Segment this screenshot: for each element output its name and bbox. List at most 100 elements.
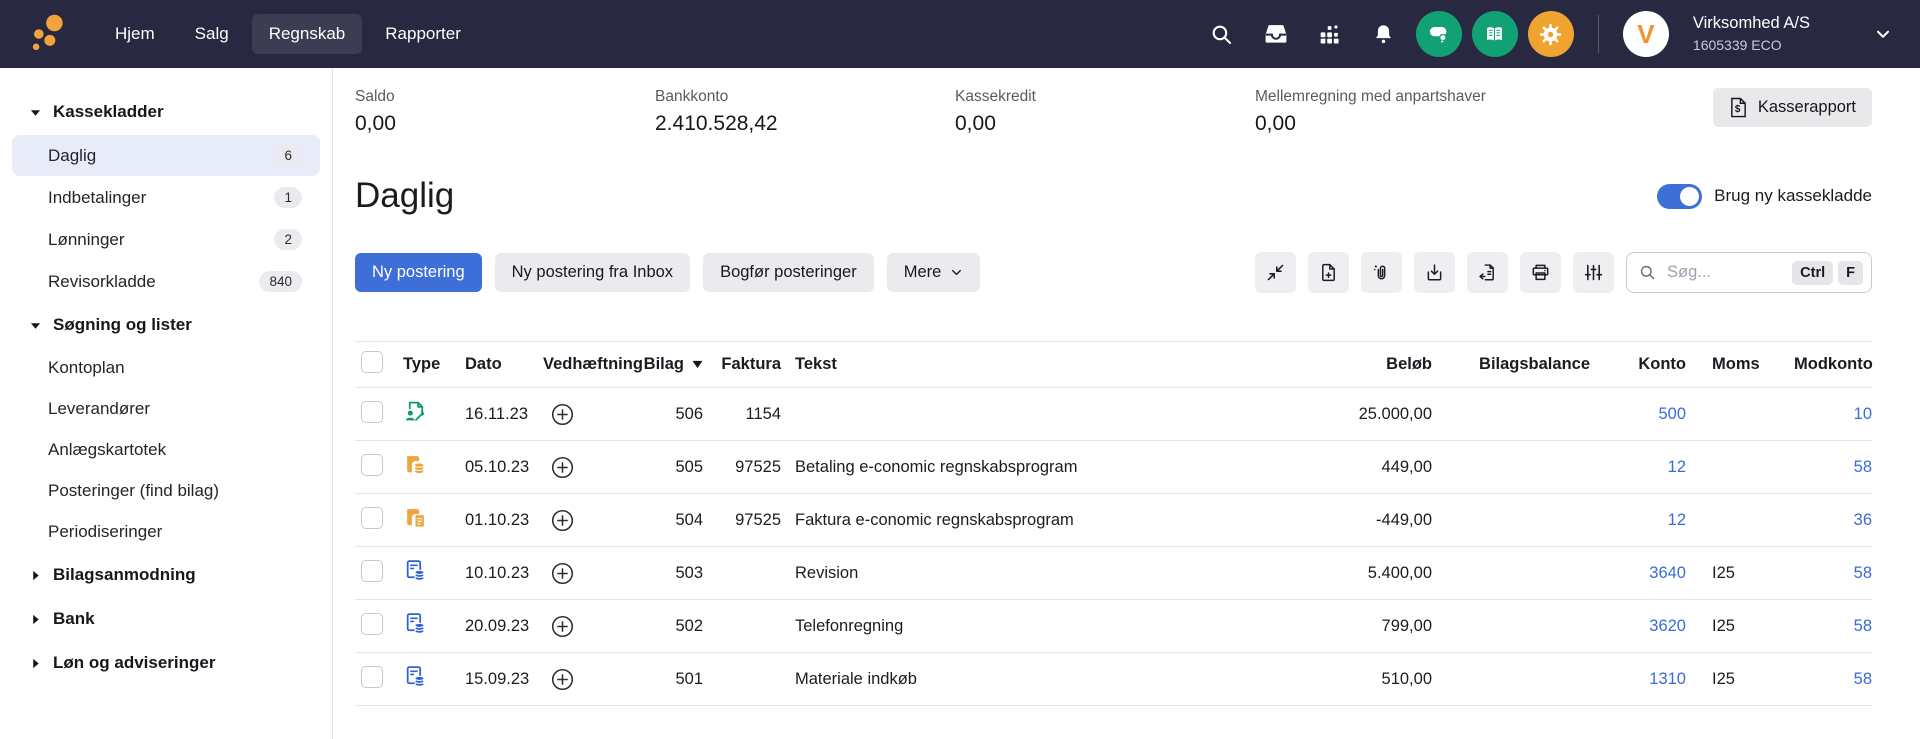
summary-value: 0,00 [955, 112, 1255, 136]
row-konto-link[interactable]: 12 [1604, 511, 1700, 530]
button-label: Ny postering fra Inbox [512, 263, 673, 282]
add-attachment-icon[interactable] [551, 403, 574, 426]
sidebar-section-bank[interactable]: Bank [0, 597, 332, 641]
nav-hjem[interactable]: Hjem [98, 14, 172, 54]
sidebar-section-label: Løn og adviseringer [53, 653, 215, 673]
sidebar-section-søgning-og-lister[interactable]: Søgning og lister [0, 303, 332, 347]
row-modkonto-link[interactable]: 10 [1794, 405, 1872, 424]
new-document-button[interactable] [1308, 252, 1349, 293]
summary-saldo: Saldo 0,00 [355, 88, 655, 136]
sidebar-section-bilagsanmodning[interactable]: Bilagsanmodning [0, 553, 332, 597]
posting-type-icon [403, 452, 428, 477]
row-checkbox[interactable] [361, 613, 383, 635]
row-modkonto-link[interactable]: 36 [1794, 511, 1872, 530]
row-konto-link[interactable]: 12 [1604, 458, 1700, 477]
col-bilag[interactable]: Bilag [639, 355, 717, 374]
add-attachment-icon[interactable] [551, 668, 574, 691]
sidebar-item-periodiseringer[interactable]: Periodiseringer [12, 512, 320, 552]
apps-grid-icon[interactable] [1308, 12, 1352, 56]
new-cashbook-toggle[interactable] [1657, 184, 1702, 209]
sidebar-section-løn-og-adviseringer[interactable]: Løn og adviseringer [0, 641, 332, 685]
ny-postering-button[interactable]: Ny postering [355, 253, 482, 292]
row-modkonto-link[interactable]: 58 [1794, 670, 1872, 689]
e-conomic-logo-icon[interactable] [26, 12, 70, 56]
row-konto-link[interactable]: 3620 [1604, 617, 1700, 636]
count-badge: 6 [274, 145, 302, 166]
inbox-icon[interactable] [1254, 12, 1298, 56]
col-faktura[interactable]: Faktura [717, 355, 795, 374]
col-beloeb[interactable]: Beløb [1296, 355, 1446, 374]
collapse-rows-button[interactable] [1255, 252, 1296, 293]
page-title: Daglig [355, 176, 454, 216]
col-dato[interactable]: Dato [459, 355, 543, 374]
add-attachment-icon[interactable] [551, 615, 574, 638]
row-konto-link[interactable]: 500 [1604, 405, 1700, 424]
company-menu-chevron-down-icon[interactable] [1872, 23, 1894, 45]
row-bilag: 506 [639, 405, 717, 424]
posting-type-icon [403, 558, 428, 583]
row-modkonto-link[interactable]: 58 [1794, 458, 1872, 477]
nav-salg[interactable]: Salg [178, 14, 246, 54]
chat-support-icon[interactable] [1416, 11, 1462, 57]
bogfoer-posteringer-button[interactable]: Bogfør posteringer [703, 253, 874, 292]
nav-rapporter[interactable]: Rapporter [368, 14, 478, 54]
col-konto[interactable]: Konto [1604, 355, 1700, 374]
add-attachment-icon[interactable] [551, 562, 574, 585]
search-icon [1638, 263, 1657, 282]
row-moms: I25 [1700, 564, 1794, 583]
row-checkbox[interactable] [361, 401, 383, 423]
ny-postering-fra-inbox-button[interactable]: Ny postering fra Inbox [495, 253, 690, 292]
sidebar-item-kontoplan[interactable]: Kontoplan [12, 348, 320, 388]
column-settings-button[interactable] [1573, 252, 1614, 293]
row-modkonto-link[interactable]: 58 [1794, 564, 1872, 583]
search-icon[interactable] [1200, 12, 1244, 56]
attachments-button[interactable] [1361, 252, 1402, 293]
company-info[interactable]: Virksomhed A/S 1605339 ECO [1693, 14, 1810, 54]
kasserapport-button[interactable]: $ Kasserapport [1713, 88, 1872, 127]
paperclip-sparkle-icon [1371, 262, 1392, 283]
row-konto-link[interactable]: 1310 [1604, 670, 1700, 689]
add-attachment-icon[interactable] [551, 456, 574, 479]
sidebar-item-lønninger[interactable]: Lønninger 2 [12, 219, 320, 260]
search-box: Ctrl F [1626, 252, 1872, 293]
mere-button[interactable]: Mere [887, 253, 981, 292]
sidebar-section-kassekladder[interactable]: Kassekladder [0, 90, 332, 134]
posting-type-icon [403, 505, 428, 530]
add-attachment-icon[interactable] [551, 509, 574, 532]
row-date: 16.11.23 [459, 405, 543, 424]
sidebar-item-label: Leverandører [48, 399, 150, 419]
row-konto-link[interactable]: 3640 [1604, 564, 1700, 583]
row-beloeb: 449,00 [1296, 458, 1446, 477]
sidebar-item-indbetalinger[interactable]: Indbetalinger 1 [12, 177, 320, 218]
import-button[interactable] [1414, 252, 1455, 293]
row-modkonto-link[interactable]: 58 [1794, 617, 1872, 636]
help-book-icon[interactable] [1472, 11, 1518, 57]
company-avatar[interactable]: V [1623, 11, 1669, 57]
row-checkbox[interactable] [361, 560, 383, 582]
row-tekst: Faktura e-conomic regnskabsprogram [795, 511, 1296, 530]
sidebar-item-posteringer-find-bilag[interactable]: Posteringer (find bilag) [12, 471, 320, 511]
sidebar-item-daglig[interactable]: Daglig 6 [12, 135, 320, 176]
row-bilag: 502 [639, 617, 717, 636]
col-bilagsbalance[interactable]: Bilagsbalance [1446, 355, 1604, 374]
export-document-button[interactable] [1467, 252, 1508, 293]
sidebar-item-leverandører[interactable]: Leverandører [12, 389, 320, 429]
row-checkbox[interactable] [361, 454, 383, 476]
sidebar-item-revisorkladde[interactable]: Revisorkladde 840 [12, 261, 320, 302]
settings-gear-icon[interactable] [1528, 11, 1574, 57]
row-checkbox[interactable] [361, 666, 383, 688]
select-all-checkbox[interactable] [361, 351, 383, 373]
col-type[interactable]: Type [403, 355, 459, 374]
col-tekst[interactable]: Tekst [795, 355, 1296, 374]
col-vedhaeftning[interactable]: Vedhæftning [543, 355, 639, 374]
postings-table: Type Dato Vedhæftning Bilag Faktura Teks… [355, 341, 1872, 719]
sidebar-item-anlægskartotek[interactable]: Anlægskartotek [12, 430, 320, 470]
nav-regnskab[interactable]: Regnskab [252, 14, 363, 54]
table-row: 10.10.23 503 Revision 5.400,00 3640 I25 … [355, 547, 1872, 600]
search-input[interactable] [1665, 262, 1787, 283]
row-checkbox[interactable] [361, 507, 383, 529]
col-moms[interactable]: Moms [1700, 355, 1794, 374]
col-modkonto[interactable]: Modkonto [1794, 355, 1872, 374]
notifications-bell-icon[interactable] [1362, 12, 1406, 56]
print-button[interactable] [1520, 252, 1561, 293]
